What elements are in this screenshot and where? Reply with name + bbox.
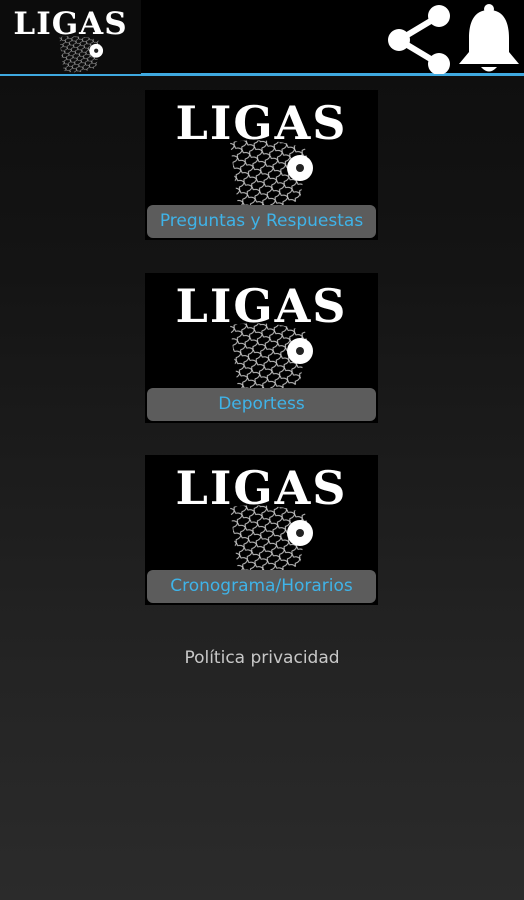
notifications-button[interactable] — [455, 2, 523, 74]
menu-tile-cronograma[interactable]: LIGAS Cronograma/Horarios — [145, 455, 378, 605]
menu-tile-deportess[interactable]: LIGAS Deportess — [145, 273, 378, 423]
share-button[interactable] — [384, 2, 456, 75]
tile-label: Preguntas y Respuestas — [147, 205, 376, 238]
net-ball-icon — [230, 323, 313, 392]
tile-label: Cronograma/Horarios — [147, 570, 376, 603]
net-ball-icon — [230, 140, 313, 209]
menu-tile-preguntas[interactable]: LIGAS Preguntas y Respuestas — [145, 90, 378, 240]
net-ball-icon — [59, 36, 104, 73]
net-ball-icon — [230, 505, 313, 574]
share-icon — [388, 5, 450, 75]
tile-label: Deportess — [147, 388, 376, 421]
privacy-policy-link[interactable]: Política privacidad — [0, 648, 524, 668]
bell-icon — [459, 4, 519, 72]
header-logo: LIGAS — [0, 0, 141, 74]
